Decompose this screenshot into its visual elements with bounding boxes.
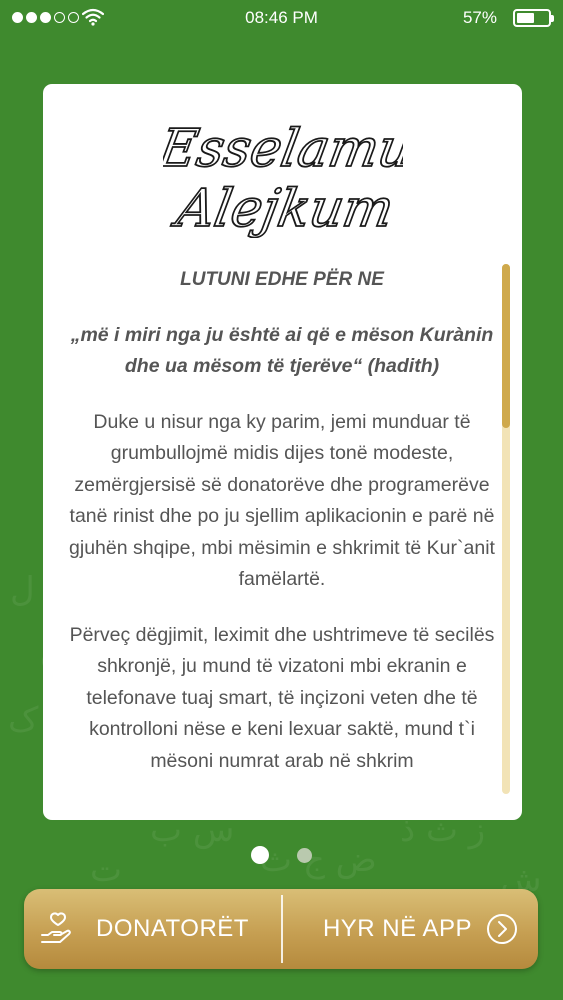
donors-button[interactable]: DONATORËT (40, 889, 276, 969)
hand-heart-icon (41, 912, 71, 943)
chevron-right-circle-icon (487, 914, 517, 944)
status-bar: 08:46 PM 57% (0, 0, 563, 38)
hadith-quote: „më i miri nga ju është ai që e mëson Ku… (70, 323, 494, 378)
page-dot[interactable] (297, 848, 312, 863)
donors-button-label: DONATORËT (96, 915, 249, 942)
intro-text-scroll[interactable]: LUTUNI EDHE PËR NE „më i miri nga ju ësh… (63, 264, 501, 794)
intro-paragraph-1: Duke u nisur nga ky parim, jemi munduar … (69, 410, 495, 591)
scrollbar-thumb[interactable] (502, 264, 510, 429)
esselamu-alejkum-logo: Esselamu Alejkum (163, 117, 403, 238)
button-divider (281, 895, 283, 963)
enter-app-button-label: HYR NË APP (322, 915, 472, 942)
page-dot[interactable] (251, 846, 269, 864)
welcome-card: Esselamu Alejkum LUTUNI EDHE PËR NE „më … (43, 84, 522, 820)
scrollbar-track[interactable] (502, 264, 510, 794)
battery-percent: 57% (462, 8, 497, 27)
section-heading: LUTUNI EDHE PËR NE (180, 269, 384, 290)
battery-icon (513, 9, 554, 27)
intro-paragraph-2: Përveç dëgjimit, leximit dhe ushtrimeve … (69, 623, 495, 772)
logo-line1: Esselamu (163, 118, 403, 179)
page-indicator (0, 846, 563, 864)
enter-app-button[interactable]: HYR NË APP (286, 889, 536, 969)
action-bar: DONATORËT HYR NË APP (24, 889, 538, 969)
logo-line2: Alejkum (168, 178, 398, 238)
